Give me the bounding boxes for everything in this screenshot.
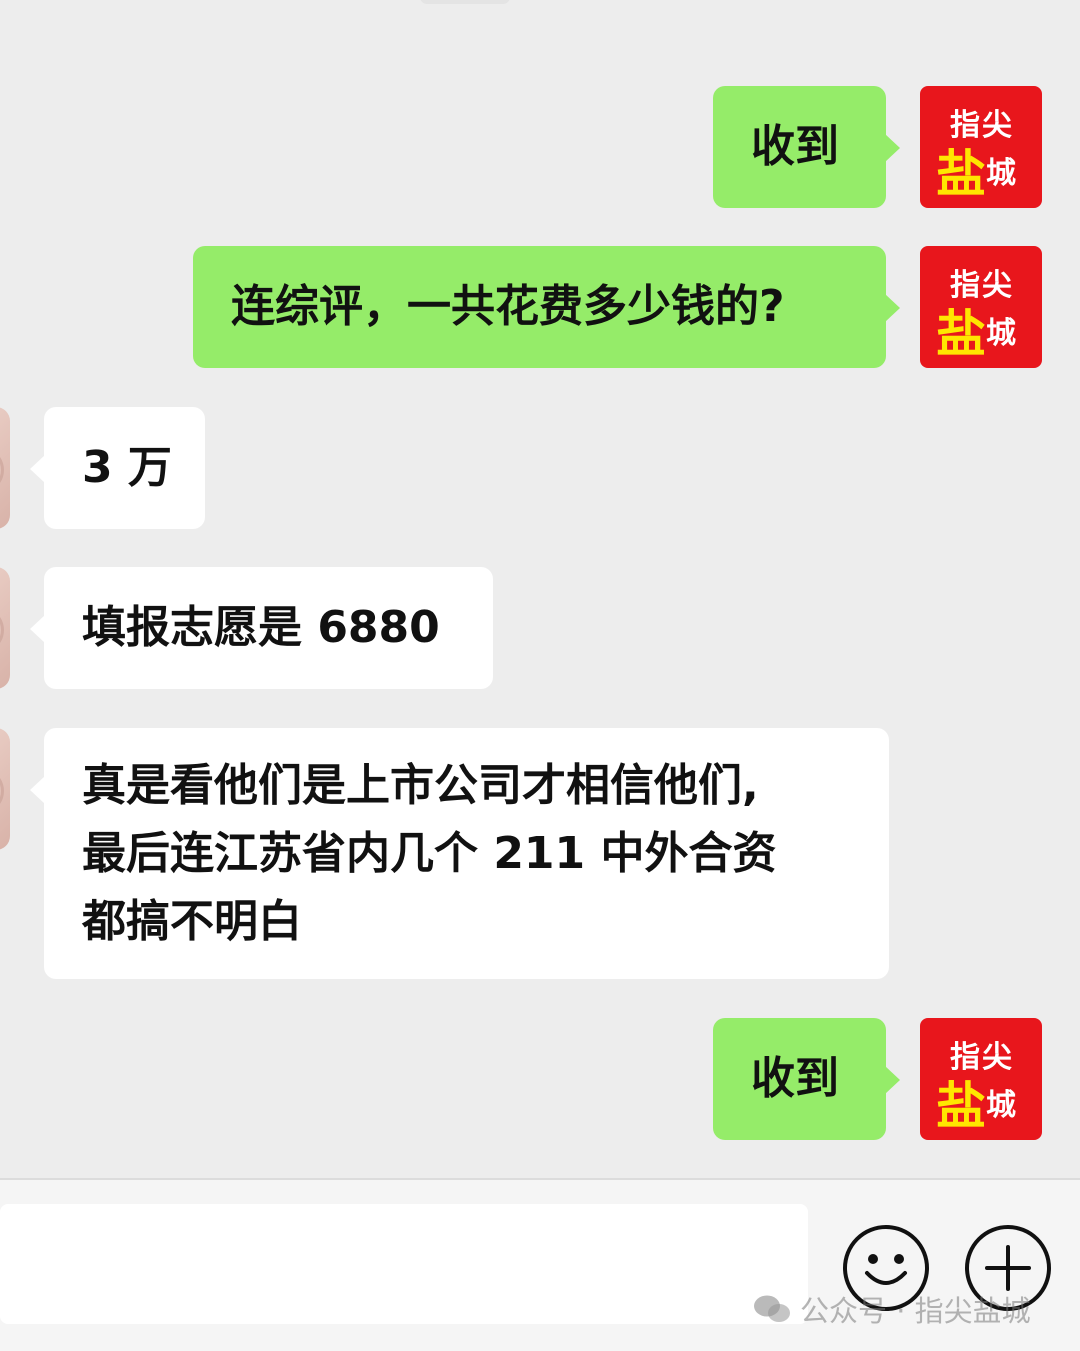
avatar-text-big: 盐	[936, 304, 986, 363]
chat-area[interactable]: 收到 指尖 盐 城 连综评，一共花费多少钱的? 指尖 盐 城 3 万 填报志愿是…	[0, 0, 1080, 1178]
wechat-logo-icon	[754, 1295, 790, 1322]
contact-avatar[interactable]	[0, 728, 10, 850]
message-text: 3 万	[82, 442, 172, 493]
message-text-line: 真是看他们是上市公司才相信他们,	[82, 760, 759, 811]
self-avatar[interactable]: 指尖 盐 城	[920, 86, 1042, 208]
contact-avatar[interactable]	[0, 407, 10, 529]
message-input[interactable]	[0, 1204, 808, 1324]
self-avatar[interactable]: 指尖 盐 城	[920, 246, 1042, 368]
self-avatar[interactable]: 指尖 盐 城	[920, 1018, 1042, 1140]
message-bubble-outgoing[interactable]: 连综评，一共花费多少钱的?	[193, 246, 900, 368]
message-bubble-incoming[interactable]: 真是看他们是上市公司才相信他们, 最后连江苏省内几个 211 中外合资 都搞不明…	[30, 728, 889, 979]
message-text: 连综评，一共花费多少钱的?	[231, 281, 785, 332]
message-text-line: 最后连江苏省内几个 211 中外合资	[82, 828, 777, 879]
watermark-text: 公众号 · 指尖盐城	[800, 1294, 1031, 1328]
message-text: 收到	[751, 121, 839, 172]
avatar-text-small: 城	[986, 316, 1016, 351]
message-text-line: 都搞不明白	[82, 896, 302, 947]
avatar-text-small: 城	[986, 1088, 1016, 1123]
avatar-text-big: 盐	[936, 1076, 986, 1135]
avatar-text-big: 盐	[936, 144, 986, 203]
message-bubble-outgoing[interactable]: 收到	[713, 86, 900, 208]
message-text: 填报志愿是 6880	[82, 602, 440, 653]
message-bubble-incoming[interactable]: 填报志愿是 6880	[30, 567, 493, 689]
message-bubble-incoming[interactable]: 3 万	[30, 407, 205, 529]
contact-avatar[interactable]	[0, 567, 10, 689]
watermark: 公众号 · 指尖盐城	[752, 1288, 1031, 1330]
message-bubble-outgoing[interactable]: 收到	[713, 1018, 900, 1140]
message-text: 收到	[751, 1053, 839, 1104]
timestamp-fragment	[420, 0, 510, 4]
avatar-text-small: 城	[986, 156, 1016, 191]
